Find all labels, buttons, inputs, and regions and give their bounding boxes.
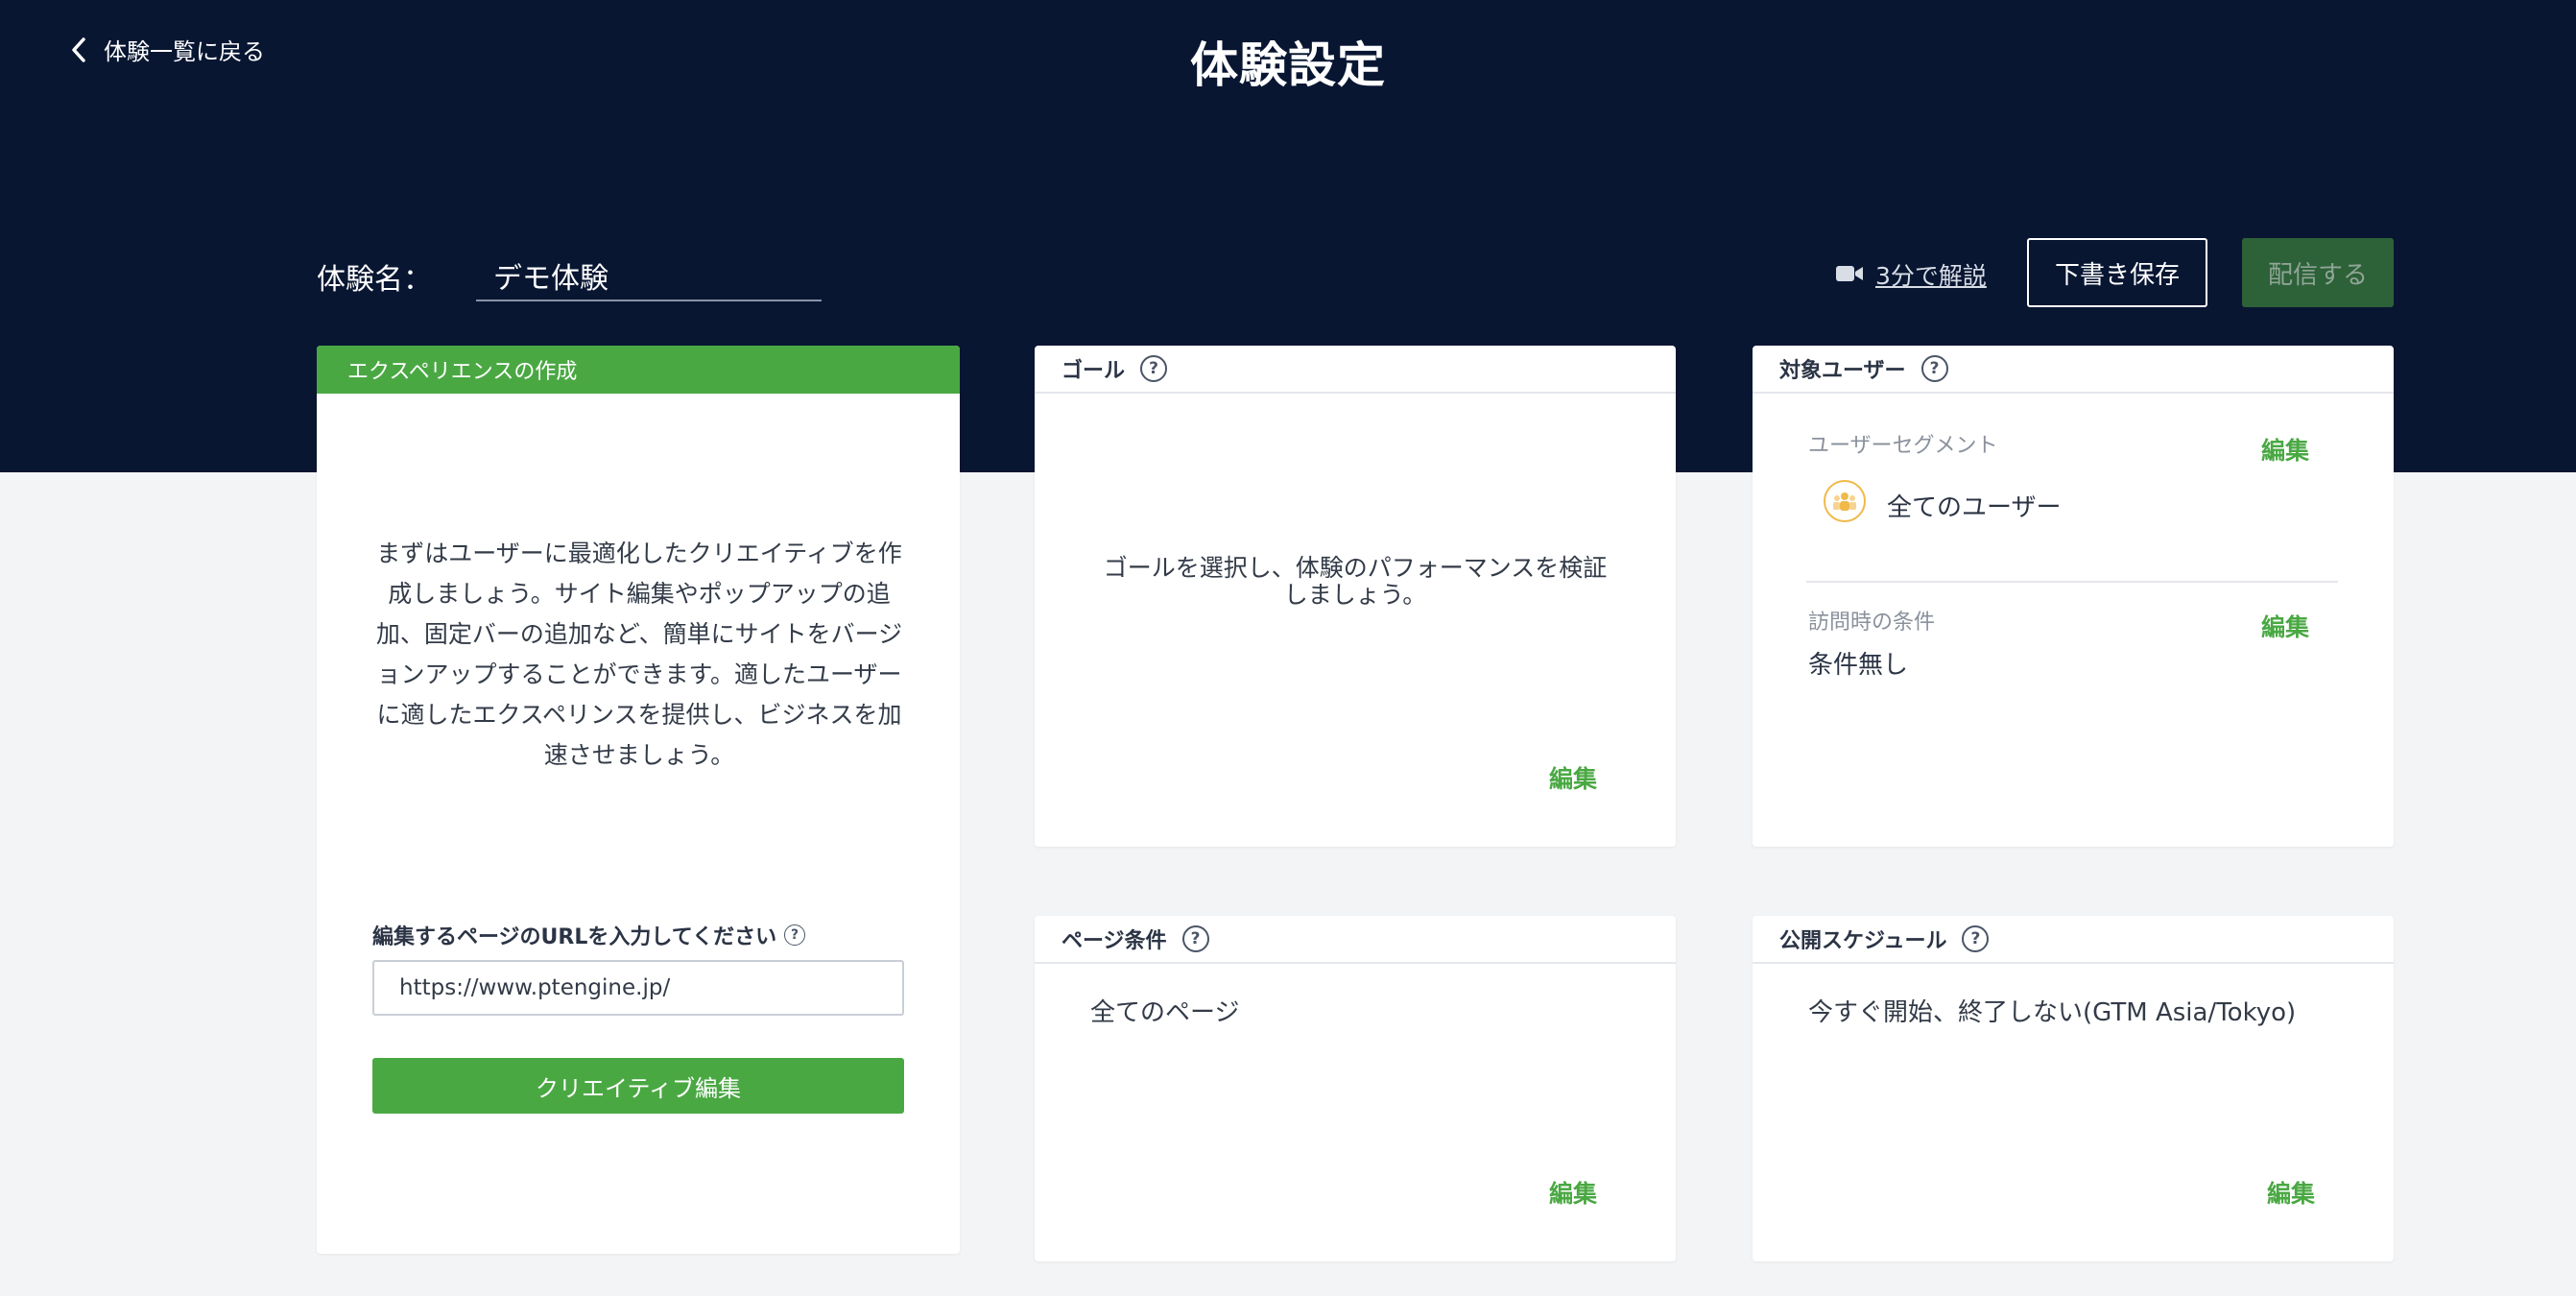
page-url-input[interactable]	[372, 960, 904, 1016]
creation-card: エクスペリエンスの作成 まずはユーザーに最適化したクリエイティブを作成しましょう…	[317, 346, 960, 1254]
segment-label: ユーザーセグメント	[1808, 434, 1998, 458]
segment-value: 全てのユーザー	[1887, 493, 2062, 522]
page-title: 体験設定	[1190, 37, 1386, 93]
users-icon	[1824, 480, 1866, 522]
page-condition-card: ページ条件 ? 全てのページ 編集	[1035, 916, 1676, 1261]
target-divider	[1806, 581, 2338, 583]
goal-edit-link[interactable]: 編集	[1549, 760, 1597, 795]
experience-name-field-wrap	[476, 252, 822, 301]
creation-intro-text: まずはユーザーに最適化したクリエイティブを作成しましょう。サイト編集やポップアッ…	[375, 540, 903, 769]
video-camera-icon	[1835, 261, 1864, 289]
schedule-value: 今すぐ開始、終了しない(GTM Asia/Tokyo)	[1808, 998, 2297, 1027]
video-tutorial-label: 3分で解説	[1875, 262, 1987, 290]
schedule-card: 公開スケジュール ? 今すぐ開始、終了しない(GTM Asia/Tokyo) 編…	[1753, 916, 2394, 1261]
page-condition-card-title: ページ条件	[1061, 929, 1167, 953]
segment-edit-link[interactable]: 編集	[2261, 432, 2309, 467]
page-condition-value: 全てのページ	[1090, 998, 1240, 1027]
page-condition-card-header: ページ条件 ?	[1035, 916, 1676, 964]
visit-condition-value: 条件無し	[1808, 651, 1909, 680]
visit-condition-label: 訪問時の条件	[1808, 611, 1936, 635]
goal-card: ゴール ? ゴールを選択し、体験のパフォーマンスを検証しましょう。 編集	[1035, 346, 1676, 847]
page-condition-edit-link[interactable]: 編集	[1549, 1175, 1597, 1210]
creative-edit-button[interactable]: クリエイティブ編集	[372, 1058, 904, 1114]
experience-name-input[interactable]	[476, 258, 822, 293]
goal-card-title: ゴール	[1061, 359, 1126, 383]
schedule-edit-link[interactable]: 編集	[2267, 1175, 2315, 1210]
schedule-card-header: 公開スケジュール ?	[1753, 916, 2394, 964]
save-draft-button[interactable]: 下書き保存	[2027, 238, 2207, 307]
schedule-card-title: 公開スケジュール	[1779, 929, 1947, 953]
experience-name-row: 体験名：	[317, 252, 822, 301]
help-icon[interactable]: ?	[784, 924, 806, 946]
target-users-card-title: 対象ユーザー	[1779, 359, 1906, 383]
publish-button[interactable]: 配信する	[2242, 238, 2394, 307]
experience-name-label: 体験名：	[317, 263, 432, 297]
help-icon[interactable]: ?	[1920, 355, 1948, 382]
target-users-card-header: 対象ユーザー ?	[1753, 346, 2394, 394]
url-label-text: 編集するページのURLを入力してください	[372, 925, 777, 949]
target-users-card: 対象ユーザー ? ユーザーセグメント 編集 全てのユーザー 訪問時の条件 編集 …	[1753, 346, 2394, 847]
visit-condition-edit-link[interactable]: 編集	[2261, 609, 2309, 643]
help-icon[interactable]: ?	[1181, 925, 1209, 952]
help-icon[interactable]: ?	[1962, 925, 1990, 952]
url-field-label: 編集するページのURLを入力してください ?	[372, 920, 806, 950]
video-tutorial-link[interactable]: 3分で解説	[1835, 257, 1987, 292]
goal-card-header: ゴール ?	[1035, 346, 1676, 394]
goal-description: ゴールを選択し、体験のパフォーマンスを検証しましょう。	[1103, 554, 1608, 609]
creation-card-header: エクスペリエンスの作成	[317, 346, 960, 394]
help-icon[interactable]: ?	[1140, 355, 1168, 382]
